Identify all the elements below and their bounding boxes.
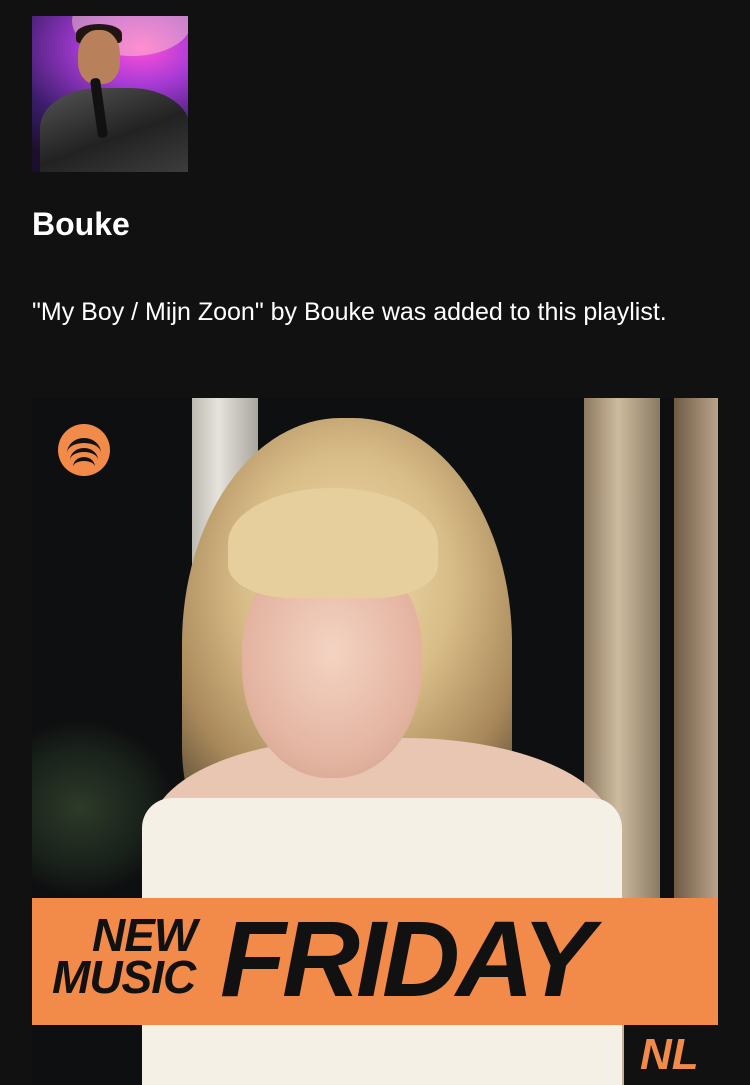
spotify-icon: [58, 424, 110, 476]
cover-badge-music: MUSIC: [52, 951, 196, 1003]
avatar-head: [78, 30, 120, 84]
artist-avatar[interactable]: [32, 16, 188, 172]
cover-region: NL: [640, 1030, 699, 1079]
notification-text: "My Boy / Mijn Zoon" by Bouke was added …: [32, 298, 667, 326]
notification-card: Bouke "My Boy / Mijn Zoon" by Bouke was …: [0, 0, 750, 1085]
avatar-body: [40, 88, 188, 172]
playlist-cover[interactable]: NEW MUSIC FRIDAY NL: [32, 398, 718, 1085]
artist-name[interactable]: Bouke: [32, 202, 130, 246]
cover-title: FRIDAY: [220, 898, 594, 1019]
cover-model-bangs: [228, 488, 438, 598]
